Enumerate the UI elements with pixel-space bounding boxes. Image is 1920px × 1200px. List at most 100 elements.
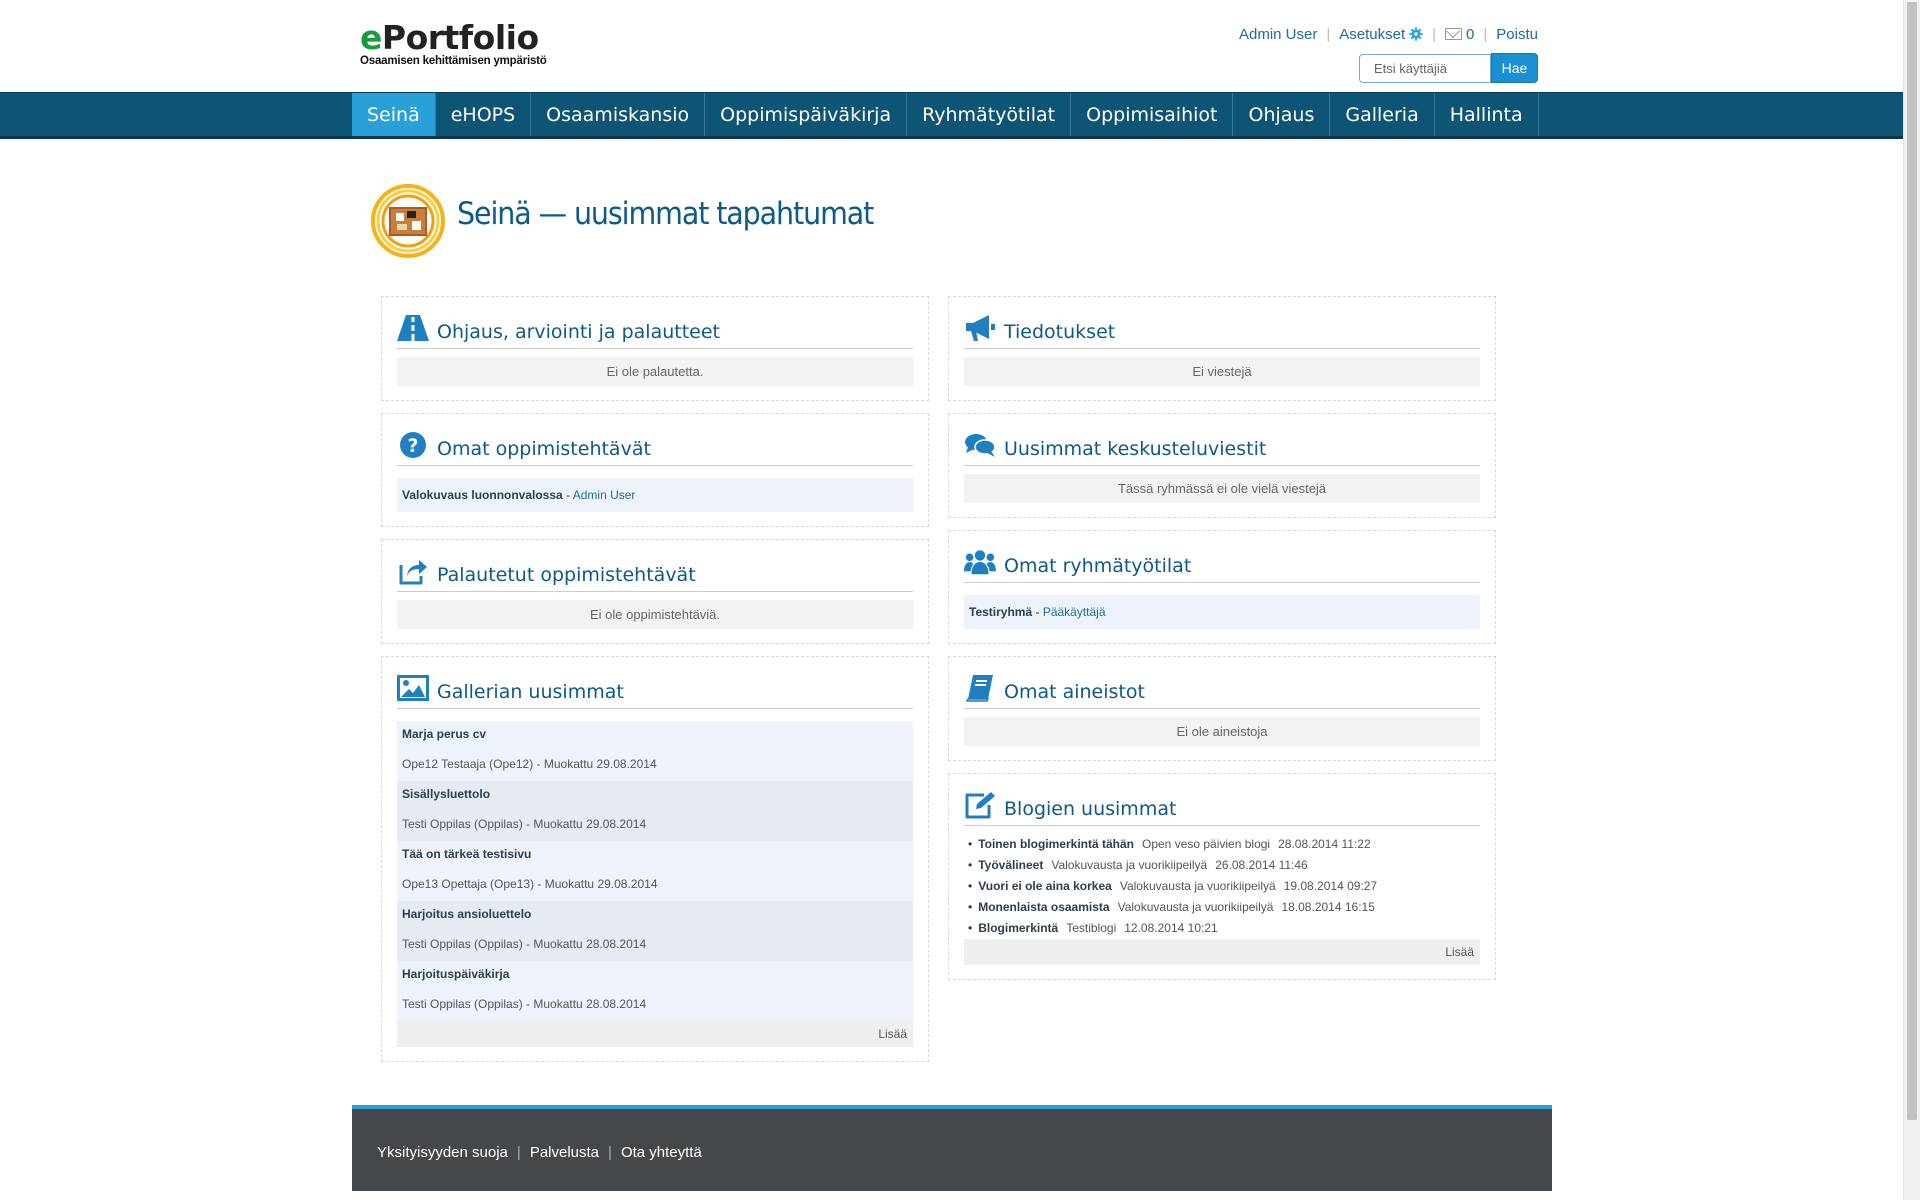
- author-link[interactable]: Admin User: [573, 488, 636, 502]
- privacy-link[interactable]: Yksityisyyden suoja: [377, 1144, 508, 1161]
- settings-link[interactable]: Asetukset: [1339, 26, 1423, 43]
- gallery-panel: Gallerian uusimmat Marja perus cv Ope12 T…: [381, 656, 929, 1062]
- blog-entry-link[interactable]: Työvälineet: [978, 858, 1043, 872]
- panel-title[interactable]: Uusimmat keskusteluviestit: [1004, 430, 1266, 460]
- gallery-item-title[interactable]: Harjoitus ansioluettelo: [402, 907, 908, 931]
- assignment-link[interactable]: Valokuvaus luonnonvalossa: [402, 488, 563, 502]
- nav-item[interactable]: Oppimispäiväkirja: [705, 93, 908, 136]
- panel-title[interactable]: Gallerian uusimmat: [437, 673, 624, 703]
- service-link[interactable]: Palvelusta: [530, 1144, 599, 1161]
- blog-list: Toinen blogimerkintä tähän Open veso päiv…: [964, 834, 1480, 939]
- list-item: Testiryhmä - Pääkäyttäjä: [964, 595, 1480, 629]
- blog-name[interactable]: Open veso päivien blogi: [1142, 837, 1270, 851]
- blog-item: Monenlaista osaamista Valokuvausta ja vuo…: [968, 897, 1480, 918]
- discussion-panel: Uusimmat keskusteluviestit Tässä ryhmäss…: [948, 413, 1496, 518]
- gallery-item-meta: Ope12 Testaaja (Ope12) - Muokattu 29.08.…: [402, 757, 657, 771]
- search-button[interactable]: Hae: [1491, 53, 1538, 83]
- logout-link[interactable]: Poistu: [1496, 26, 1538, 43]
- messages-count: 0: [1466, 26, 1475, 43]
- right-column: Tiedotukset Ei viestejä Uusimmat keskust…: [948, 296, 1496, 992]
- settings-gear-icon: [1409, 27, 1423, 41]
- logo-brand-prefix: e: [360, 18, 382, 57]
- panel-title[interactable]: Palautetut oppimistehtävät: [437, 556, 696, 586]
- megaphone-icon: [964, 313, 996, 343]
- blog-name[interactable]: Valokuvausta ja vuorikiipeilyä: [1120, 879, 1276, 893]
- panel-title[interactable]: Omat oppimistehtävät: [437, 430, 651, 460]
- top-links: Admin User | Asetukset | 0 | Poistu: [1239, 26, 1538, 43]
- blog-item: Toinen blogimerkintä tähän Open veso päiv…: [968, 834, 1480, 855]
- empty-message: Tässä ryhmässä ei ole vielä viestejä: [964, 474, 1480, 503]
- panel-title[interactable]: Blogien uusimmat: [1004, 790, 1176, 820]
- nav-item[interactable]: Hallinta: [1435, 93, 1539, 136]
- empty-message: Ei ole aineistoja: [964, 717, 1480, 746]
- blog-item: Blogimerkintä Testiblogi 12.08.2014 10:21: [968, 918, 1480, 939]
- panel-title[interactable]: Tiedotukset: [1004, 313, 1115, 343]
- search-input[interactable]: [1359, 54, 1491, 83]
- group-link[interactable]: Testiryhmä: [969, 605, 1032, 619]
- messages-link[interactable]: 0: [1445, 26, 1474, 43]
- road-icon: [397, 313, 429, 343]
- empty-message: Ei ole oppimistehtäviä.: [397, 600, 913, 629]
- logo-subtitle: Osaamisen kehittämisen ympäristö: [360, 55, 547, 67]
- panel-title[interactable]: Omat ryhmätyötilat: [1004, 547, 1191, 577]
- gallery-item-meta: Testi Oppilas (Oppilas) - Muokattu 28.08…: [402, 997, 647, 1011]
- announcements-panel: Tiedotukset Ei viestejä: [948, 296, 1496, 401]
- gallery-item: Marja perus cv Ope12 Testaaja (Ope12) - M…: [397, 721, 913, 781]
- panel-title[interactable]: Ohjaus, arviointi ja palautteet: [437, 313, 720, 343]
- blog-item: Vuori ei ole aina korkea Valokuvausta ja …: [968, 876, 1480, 897]
- svg-text:?: ?: [407, 435, 418, 457]
- gallery-item-title[interactable]: Marja perus cv: [402, 727, 908, 751]
- more-link[interactable]: Lisää: [397, 1021, 913, 1047]
- blog-entry-link[interactable]: Vuori ei ole aina korkea: [978, 879, 1112, 893]
- nav-item[interactable]: Osaamiskansio: [531, 93, 706, 136]
- wall-board-icon: [371, 184, 445, 258]
- page-title: Seinä — uusimmat tapahtumat: [457, 196, 874, 232]
- user-link[interactable]: Admin User: [1239, 26, 1317, 43]
- group-icon: [964, 547, 996, 577]
- blog-entry-link[interactable]: Blogimerkintä: [978, 921, 1058, 935]
- settings-label: Asetukset: [1339, 26, 1406, 43]
- blog-date: 18.08.2014 16:15: [1281, 900, 1375, 914]
- nav-item[interactable]: Ryhmätyötilat: [907, 93, 1072, 136]
- user-search: Hae: [1359, 53, 1538, 83]
- feedback-panel: Ohjaus, arviointi ja palautteet Ei ole p…: [381, 296, 929, 401]
- groups-panel: Omat ryhmätyötilat Testiryhmä - Pääkäytt…: [948, 530, 1496, 644]
- nav-item[interactable]: Oppimisaihiot: [1071, 93, 1234, 136]
- blog-entry-link[interactable]: Toinen blogimerkintä tähän: [978, 837, 1134, 851]
- logo[interactable]: ePortfolio Osaamisen kehittämisen ympäri…: [360, 18, 547, 67]
- materials-panel: Omat aineistot Ei ole aineistoja: [948, 656, 1496, 761]
- blog-name[interactable]: Valokuvausta ja vuorikiipeilyä: [1118, 900, 1274, 914]
- gallery-item-title[interactable]: Tää on tärkeä testisivu: [402, 847, 908, 871]
- nav-item[interactable]: Galleria: [1330, 93, 1435, 136]
- gallery-list: Marja perus cv Ope12 Testaaja (Ope12) - M…: [397, 721, 913, 1021]
- separator: |: [1326, 26, 1331, 43]
- nav-item[interactable]: eHOPS: [436, 93, 532, 136]
- blog-item: Työvälineet Valokuvausta ja vuorikiipeily…: [968, 855, 1480, 876]
- nav-item[interactable]: Seinä: [352, 93, 436, 136]
- gallery-item-title[interactable]: Harjoituspäiväkirja: [402, 967, 908, 991]
- separator: |: [1483, 26, 1488, 43]
- main-navbar: Seinä eHOPS Osaamiskansio Oppimispäiväkirja…: [0, 92, 1903, 139]
- nav-item[interactable]: Ohjaus: [1233, 93, 1331, 136]
- left-column: Ohjaus, arviointi ja palautteet Ei ole p…: [381, 296, 929, 1074]
- share-icon: [397, 556, 429, 586]
- gallery-item: Sisällysluettolo Testi Oppilas (Oppilas) …: [397, 781, 913, 841]
- blog-entry-link[interactable]: Monenlaista osaamista: [978, 900, 1109, 914]
- blog-date: 26.08.2014 11:46: [1215, 858, 1308, 872]
- blog-date: 19.08.2014 09:27: [1283, 879, 1378, 893]
- vertical-scrollbar[interactable]: [1903, 0, 1920, 1200]
- returned-assignments-panel: Palautetut oppimistehtävät Ei ole oppimi…: [381, 539, 929, 644]
- scrollbar-thumb[interactable]: [1907, 2, 1917, 1120]
- gallery-item: Tää on tärkeä testisivu Ope13 Opettaja (O…: [397, 841, 913, 901]
- gallery-item-title[interactable]: Sisällysluettolo: [402, 787, 908, 811]
- mail-icon: [1445, 28, 1463, 40]
- gallery-item-meta: Testi Oppilas (Oppilas) - Muokattu 29.08…: [402, 817, 647, 831]
- more-link[interactable]: Lisää: [964, 939, 1480, 965]
- blog-name[interactable]: Valokuvausta ja vuorikiipeilyä: [1051, 858, 1207, 872]
- blog-date: 28.08.2014 11:22: [1278, 837, 1371, 851]
- panel-title[interactable]: Omat aineistot: [1004, 673, 1145, 703]
- contact-link[interactable]: Ota yhteyttä: [621, 1144, 702, 1161]
- gallery-item: Harjoitus ansioluettelo Testi Oppilas (Op…: [397, 901, 913, 961]
- header: ePortfolio Osaamisen kehittämisen ympäri…: [0, 0, 1903, 92]
- blog-name[interactable]: Testiblogi: [1066, 921, 1116, 935]
